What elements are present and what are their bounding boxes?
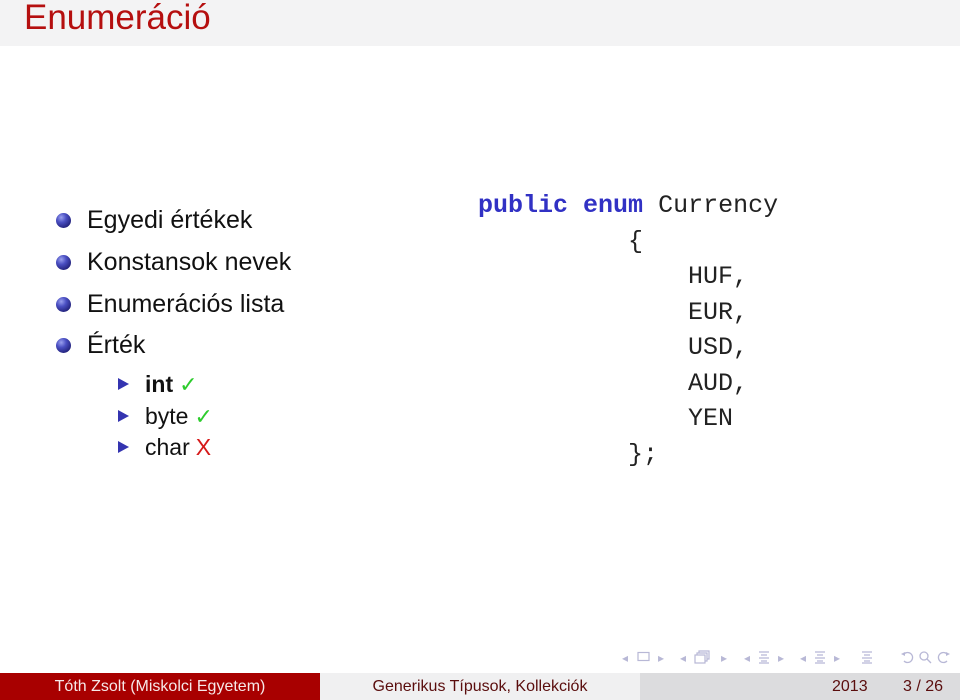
code-keyword: enum [583, 191, 644, 220]
arrow-left-icon[interactable]: ◂ [680, 650, 686, 666]
code-member: HUF, [688, 262, 749, 291]
code-open-brace: { [628, 226, 644, 256]
code-keyword: public [478, 191, 569, 220]
slide-title: Enumeráció [24, 0, 211, 37]
triangle-bullet-icon [118, 378, 129, 390]
sub-bullet-text: byte [145, 403, 189, 429]
bullet-ball-icon [56, 255, 71, 270]
triangle-bullet-icon [118, 410, 129, 422]
arrow-right-icon[interactable]: ▸ [721, 650, 727, 666]
footer-year: 2013 [832, 678, 868, 695]
slide-footer: Tóth Zsolt (Miskolci Egyetem) Generikus … [0, 673, 960, 700]
bullet-ball-icon [56, 213, 71, 228]
section-icon[interactable] [758, 650, 770, 668]
slide-header: Enumeráció [0, 0, 960, 46]
sub-bullet-text: int [145, 371, 174, 397]
code-member: AUD, [688, 368, 749, 398]
sub-bullet-text: char [145, 434, 190, 460]
code-close-brace: }; [628, 439, 659, 469]
back-icon[interactable] [900, 650, 916, 668]
checkmark-icon: ✓ [179, 373, 198, 398]
footer-title: Generikus Típusok, Kollekciók [320, 673, 640, 700]
document-icon[interactable] [814, 650, 826, 668]
arrow-right-icon[interactable]: ▸ [778, 650, 784, 666]
bullet-text: Egyedi értékek [87, 206, 253, 234]
arrow-right-icon[interactable]: ▸ [834, 650, 840, 666]
arrow-left-icon[interactable]: ◂ [622, 650, 628, 666]
bullet-ball-icon [56, 338, 71, 353]
footer-info: 2013 3 / 26 [640, 673, 960, 700]
code-member: USD, [688, 333, 749, 362]
checkmark-icon: ✓ [194, 405, 213, 430]
cross-icon: X [195, 434, 212, 460]
slide-frame-icon[interactable] [637, 650, 650, 666]
code-member: YEN [688, 404, 734, 433]
arrow-left-icon[interactable]: ◂ [800, 650, 806, 666]
footer-author: Tóth Zsolt (Miskolci Egyetem) [0, 673, 320, 700]
arrow-left-icon[interactable]: ◂ [744, 650, 750, 666]
beamer-navigation-bar: ◂ ▸ ◂ ▸ ◂ ▸ ◂ ▸ [622, 648, 957, 668]
footer-page-number: 3 / 26 [903, 678, 944, 695]
code-type-name: Currency [658, 191, 779, 220]
forward-icon[interactable] [935, 650, 951, 668]
triangle-bullet-icon [118, 441, 129, 453]
appendix-icon[interactable] [861, 650, 873, 668]
bullet-text: Érték [87, 331, 146, 359]
subsection-icon[interactable] [694, 650, 712, 668]
search-icon[interactable] [918, 650, 932, 668]
code-member: EUR, [688, 297, 749, 327]
code-block: public enum Currency { HUF, EUR, USD, AU… [478, 188, 778, 472]
bullet-text: Konstansok nevek [87, 248, 292, 276]
bullet-text: Enumerációs lista [87, 290, 285, 318]
bullet-ball-icon [56, 297, 71, 312]
arrow-right-icon[interactable]: ▸ [658, 650, 664, 666]
